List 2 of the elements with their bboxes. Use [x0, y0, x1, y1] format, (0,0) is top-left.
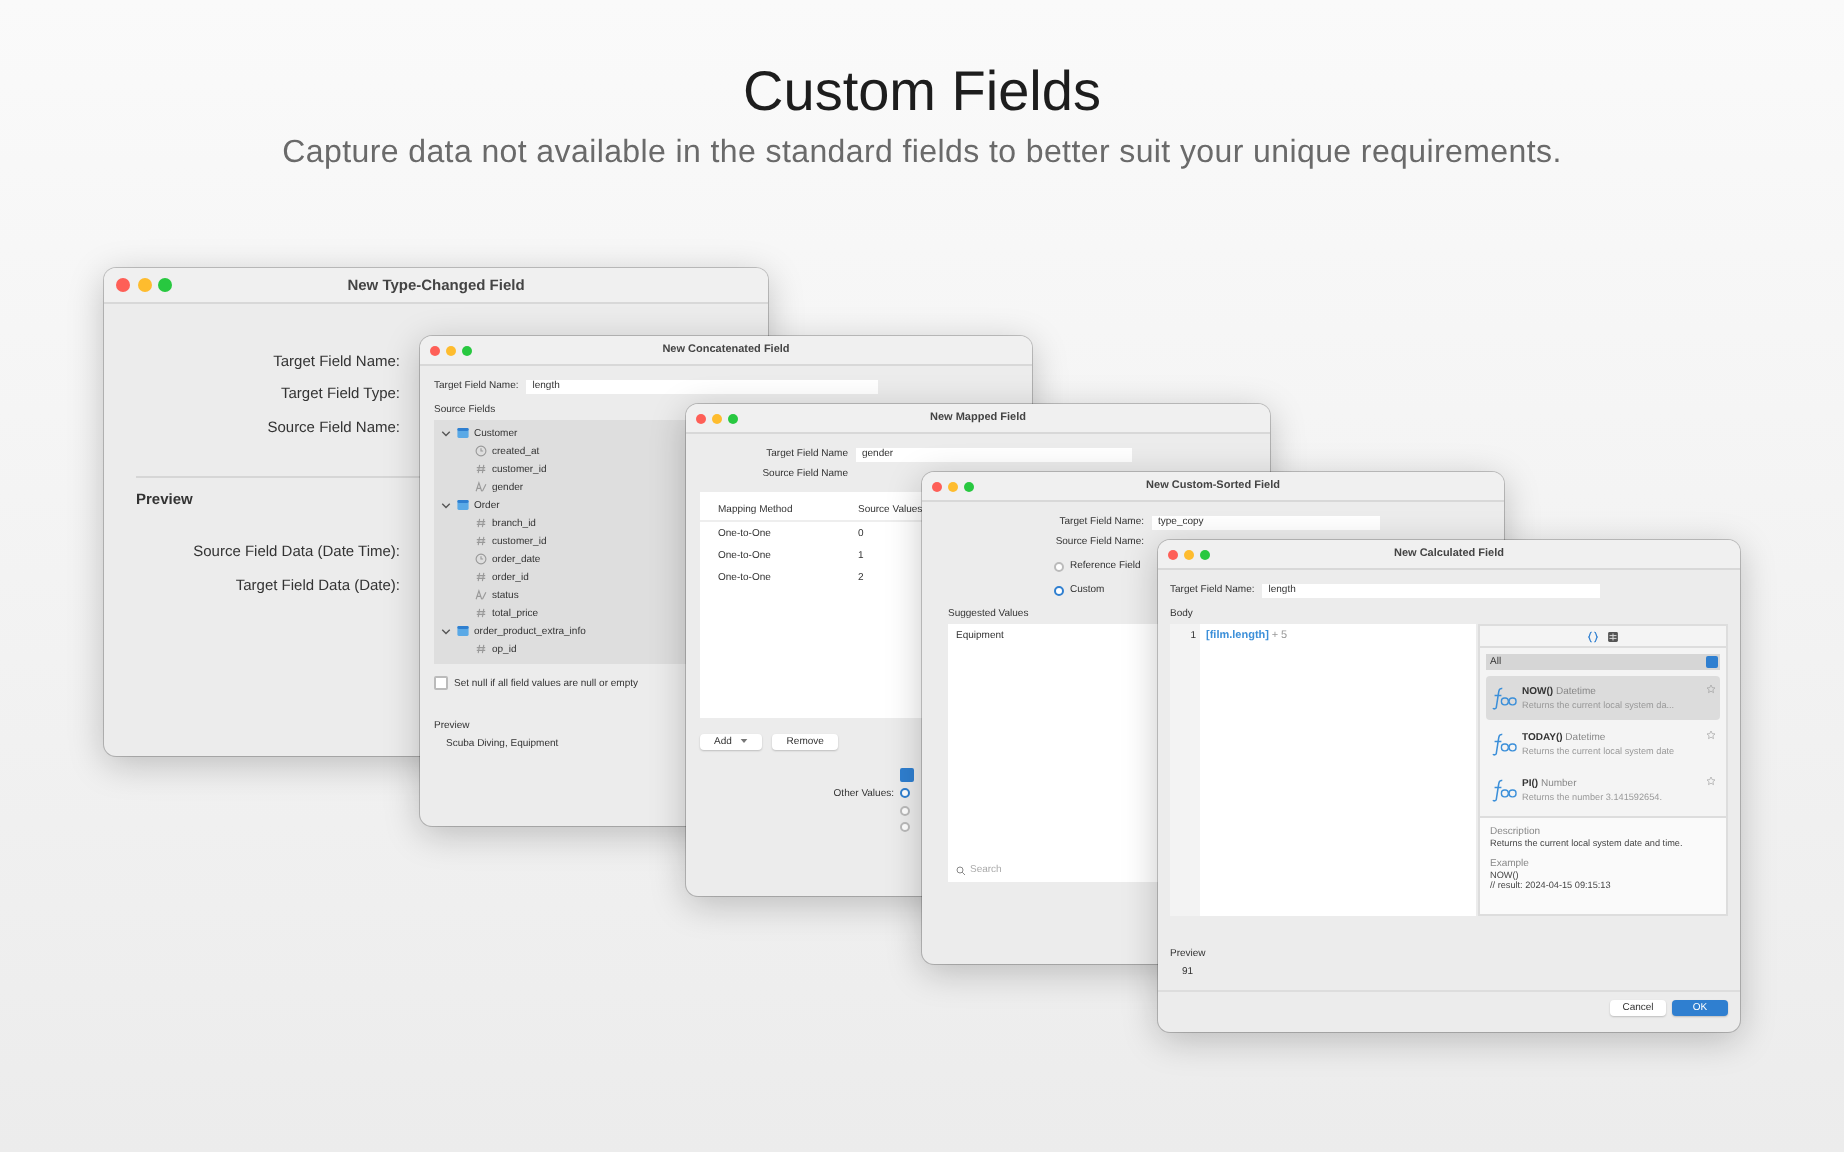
page-subtitle: Capture data not available in the standard fields to better suit your unique requirements. — [282, 136, 1562, 172]
page-title: Custom Fields — [743, 58, 1101, 126]
